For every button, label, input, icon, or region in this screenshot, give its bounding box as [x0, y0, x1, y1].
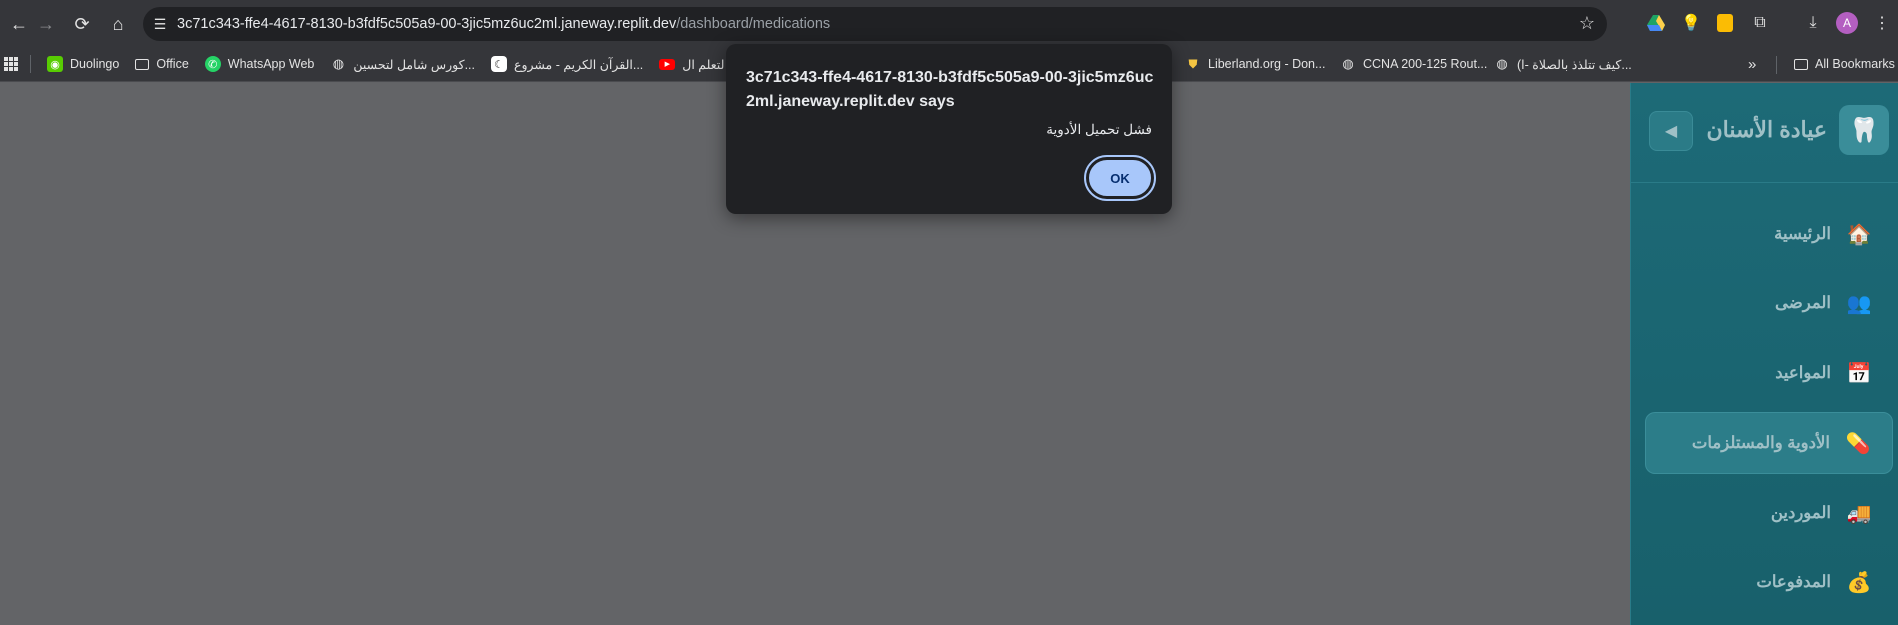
dialog-title: 3c71c343-ffe4-4617-8130-b3fdf5c505a9-00-… [746, 69, 1154, 110]
liberland-shield-icon: ⛊ [1188, 56, 1198, 71]
sidebar-item-label: الأدوية والمستلزمات [1691, 434, 1830, 452]
profile-avatar[interactable]: A [1833, 9, 1861, 37]
google-drive-icon[interactable] [1642, 9, 1670, 37]
bookmark-label: كورس شامل لتحسين... [353, 57, 475, 72]
downloads-icon[interactable]: ⤓ [1799, 9, 1827, 37]
bookmark-prayer[interactable]: ◍ (كيف تتلذذ بالصلاة -ا... [1486, 50, 1640, 78]
calendar-icon: 📅 [1846, 362, 1872, 385]
money-bag-icon: 💰 [1846, 571, 1872, 594]
dialog-message: فشل تحميل الأدوية [1046, 122, 1152, 137]
truck-icon: 🚚 [1846, 502, 1872, 525]
pill-icon: 💊 [1845, 432, 1871, 455]
bookmark-label: (كيف تتلذذ بالصلاة -ا... [1517, 57, 1632, 72]
sidebar-item-suppliers[interactable]: الموردين 🚚 [1645, 482, 1893, 544]
bookmark-label: WhatsApp Web [227, 57, 315, 71]
url-text[interactable]: 3c71c343-ffe4-4617-8130-b3fdf5c505a9-00-… [177, 16, 830, 32]
all-bookmarks-button[interactable]: All Bookmarks [1786, 50, 1898, 78]
menu-kebab-icon[interactable]: ⋮ [1868, 9, 1896, 37]
forward-arrow-icon[interactable]: → [27, 5, 65, 43]
sidebar-item-label: الرئيسية [1774, 225, 1831, 243]
sidebar-item-patients[interactable]: المرضى 👥 [1645, 272, 1893, 334]
extensions-puzzle-icon[interactable]: ⧉ [1746, 9, 1774, 37]
url-path: /dashboard/medications [676, 16, 831, 32]
sidebar-item-home[interactable]: الرئيسية 🏠 [1645, 203, 1893, 265]
reload-icon[interactable]: ⟳ [63, 5, 101, 43]
tooth-logo-icon: 🦷 [1839, 105, 1889, 155]
bookmark-course[interactable]: ◍ كورس شامل لتحسين... [322, 50, 483, 78]
google-keep-icon[interactable] [1711, 9, 1739, 37]
bookmark-label: Office [156, 57, 189, 71]
bookmark-label: القرآن الكريم - مشروع... [514, 57, 644, 72]
bookmark-divider [1776, 56, 1777, 74]
bookmark-label: Liberland.org - Don... [1208, 57, 1326, 71]
bookmark-star-icon[interactable]: ☆ [1579, 13, 1595, 34]
url-host: 3c71c343-ffe4-4617-8130-b3fdf5c505a9-00-… [177, 16, 677, 32]
browser-toolbar: ← → ⟳ ⌂ ☰ 3c71c343-ffe4-4617-8130-b3fdf5… [0, 0, 1898, 47]
bookmark-ccna[interactable]: ◍ CCNA 200-125 Rout... [1332, 50, 1495, 78]
sidebar-item-appointments[interactable]: المواعيد 📅 [1645, 342, 1893, 404]
youtube-icon: ▶ [659, 58, 676, 70]
alert-dialog: 3c71c343-ffe4-4617-8130-b3fdf5c505a9-00-… [726, 44, 1172, 214]
collapse-sidebar-button[interactable]: ◀ [1649, 111, 1693, 151]
sidebar-item-label: المرضى [1774, 294, 1831, 312]
folder-icon [1794, 58, 1808, 70]
bookmark-label: Duolingo [70, 57, 120, 71]
bookmark-label: CCNA 200-125 Rout... [1363, 57, 1488, 71]
bookmark-liberland[interactable]: ⛊ Liberland.org - Don... [1177, 50, 1333, 78]
bookmark-divider [30, 55, 31, 73]
duolingo-icon: ◉ [47, 56, 63, 72]
bookmarks-overflow-button[interactable]: » [1740, 50, 1764, 78]
home-icon: 🏠 [1846, 223, 1872, 246]
whatsapp-icon: ✆ [204, 56, 221, 72]
lightbulb-extension-icon[interactable]: 💡 [1677, 9, 1705, 37]
sidebar-item-label: المواعيد [1775, 364, 1831, 382]
bookmark-quran[interactable]: ☾ القرآن الكريم - مشروع... [483, 50, 651, 78]
globe-icon: ◍ [332, 56, 345, 71]
home-icon[interactable]: ⌂ [99, 5, 137, 43]
address-bar[interactable]: ☰ 3c71c343-ffe4-4617-8130-b3fdf5c505a9-0… [143, 7, 1607, 41]
clinic-brand: عيادة الأسنان [1706, 117, 1828, 142]
site-info-icon[interactable]: ☰ [143, 16, 177, 33]
ok-button[interactable]: OK [1084, 155, 1156, 201]
apps-grid-icon[interactable] [4, 57, 18, 71]
avatar-letter: A [1836, 12, 1858, 34]
users-icon: 👥 [1846, 292, 1872, 315]
sidebar-item-medications[interactable]: الأدوية والمستلزمات 💊 [1645, 412, 1893, 474]
sidebar-item-payments[interactable]: المدفوعات 💰 [1645, 551, 1893, 613]
bookmark-whatsapp[interactable]: ✆ WhatsApp Web [197, 50, 323, 78]
globe-icon: ◍ [1496, 56, 1508, 71]
all-bookmarks-label: All Bookmarks [1815, 57, 1895, 71]
sidebar-header: 🦷 عيادة الأسنان ◀ [1631, 83, 1898, 183]
folder-icon [135, 58, 150, 70]
bookmark-office[interactable]: Office [127, 50, 196, 78]
sidebar-item-label: المدفوعات [1756, 573, 1831, 591]
sidebar-item-label: الموردين [1770, 504, 1831, 522]
bookmark-duolingo[interactable]: ◉ Duolingo [39, 50, 127, 78]
quran-site-icon: ☾ [491, 56, 507, 72]
globe-icon: ◍ [1342, 56, 1354, 71]
sidebar: 🦷 عيادة الأسنان ◀ الرئيسية 🏠 المرضى 👥 ال… [1630, 83, 1898, 625]
